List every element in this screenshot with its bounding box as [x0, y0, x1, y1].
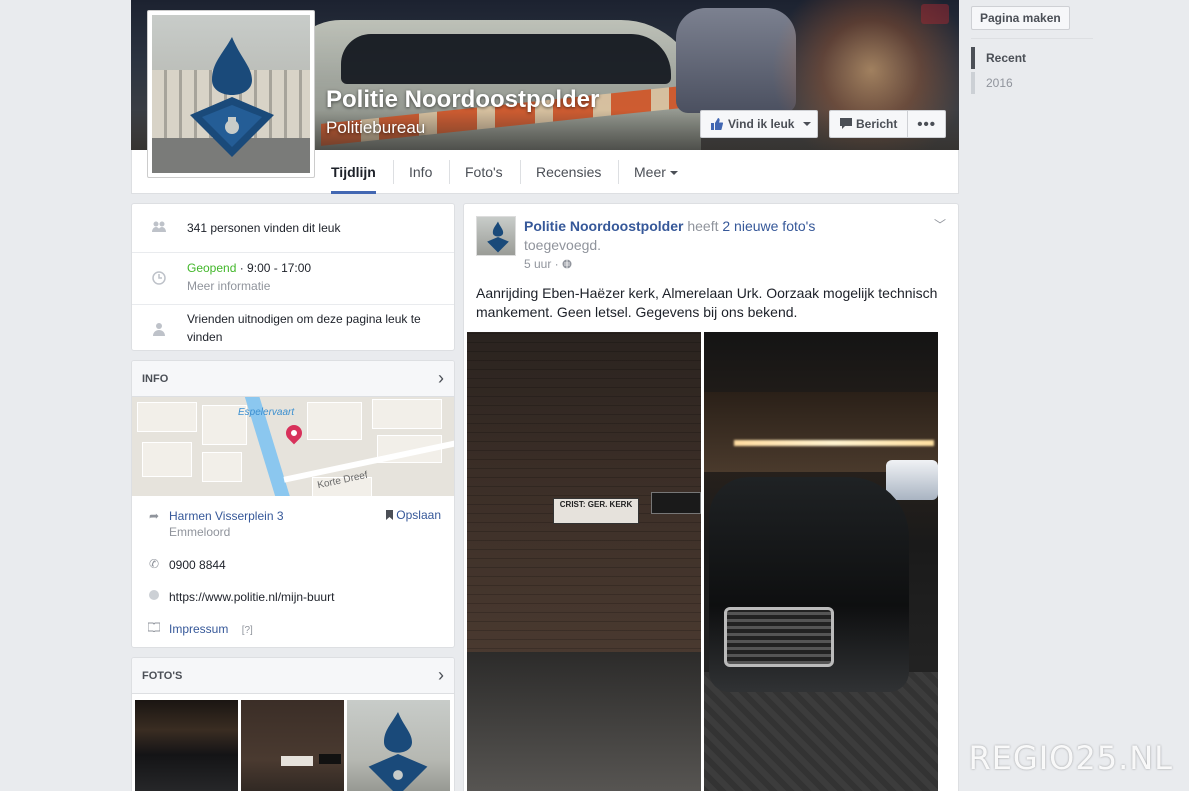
watermark: REGIO25.NL — [968, 739, 1173, 777]
photo-thumbnail[interactable] — [241, 700, 344, 791]
save-button[interactable]: Opslaan — [385, 508, 441, 522]
message-button-label: Bericht — [856, 117, 898, 131]
photo-street-lights — [734, 440, 934, 446]
phone-number[interactable]: 0900 8844 — [169, 557, 226, 573]
post-timestamp[interactable]: 5 uur · — [524, 257, 572, 271]
police-logo-icon — [368, 712, 428, 791]
like-button-label: Vind ik leuk — [728, 117, 795, 131]
chevron-down-icon — [803, 122, 812, 126]
hours-row[interactable]: Geopend · 9:00 - 17:00 Meer informatie — [132, 252, 454, 304]
right-divider — [971, 38, 1093, 39]
cover-corner-button[interactable] — [921, 4, 949, 24]
people-icon — [152, 221, 166, 235]
info-card: INFO › Espelervaart Korte Dreef ➦ Harmen… — [131, 360, 455, 648]
message-icon — [840, 118, 852, 129]
likes-row[interactable]: 341 personen vinden dit leuk — [132, 204, 454, 252]
post-author-avatar[interactable] — [476, 216, 516, 256]
post-header: Politie Noordoostpolder heeft 2 nieuwe f… — [524, 217, 854, 255]
save-button-label: Opslaan — [396, 508, 441, 522]
tab-more[interactable]: Meer — [634, 150, 678, 194]
police-logo-icon — [487, 221, 509, 253]
directions-icon: ➦ — [148, 509, 160, 523]
impressum-link[interactable]: Impressum — [169, 622, 228, 636]
new-photos-link[interactable]: 2 nieuwe foto's — [722, 218, 815, 234]
year-nav-recent[interactable]: Recent — [971, 47, 1026, 69]
tab-reviews[interactable]: Recensies — [536, 150, 601, 194]
phone-icon: ✆ — [148, 557, 160, 571]
create-page-button[interactable]: Pagina maken — [971, 6, 1070, 30]
post-photo-2[interactable] — [704, 332, 938, 791]
thumbs-up-icon — [711, 118, 723, 130]
location-map[interactable]: Espelervaart Korte Dreef — [132, 397, 454, 496]
address-city: Emmeloord — [169, 525, 231, 539]
chevron-right-icon: › — [438, 665, 444, 685]
bookmark-icon — [385, 510, 393, 520]
book-icon — [147, 621, 161, 635]
info-card-title: INFO — [142, 373, 169, 385]
invite-friends-row[interactable]: Vrienden uitnodigen om deze pagina leuk … — [132, 304, 454, 352]
about-card: 341 personen vinden dit leuk Geopend · 9… — [131, 203, 455, 351]
photos-card-header[interactable]: FOTO'S › — [132, 658, 454, 694]
photo-ground — [467, 652, 701, 791]
globe-icon — [147, 589, 161, 604]
photo-damaged-car — [709, 477, 909, 692]
church-sign: CRIST: GER. KERK — [553, 498, 639, 524]
address-row: ➦ Harmen Visserplein 3 Emmeloord Opslaan — [132, 508, 454, 540]
phone-row: ✆ 0900 8844 — [132, 557, 454, 573]
open-status: Geopend — [187, 261, 237, 275]
chevron-down-icon[interactable]: ﹀ — [934, 216, 946, 233]
globe-icon — [562, 259, 572, 269]
map-label-canal: Espelervaart — [238, 407, 295, 418]
tab-divider — [618, 160, 619, 184]
tab-timeline[interactable]: Tijdlijn — [331, 150, 376, 194]
post-text: Aanrijding Eben-Haëzer kerk, Almerelaan … — [476, 285, 938, 320]
post-action-suffix: toegevoegd. — [524, 237, 602, 253]
opening-hours: · 9:00 - 17:00 — [236, 261, 312, 275]
more-options-button[interactable]: ••• — [908, 116, 945, 133]
post-action-prefix: heeft — [683, 218, 723, 234]
tab-info[interactable]: Info — [409, 150, 432, 194]
likes-count: 341 personen vinden dit leuk — [187, 221, 341, 235]
tab-divider — [449, 160, 450, 184]
car-grille — [724, 607, 834, 667]
impressum-row: Impressum [?] — [132, 621, 454, 637]
tab-divider — [393, 160, 394, 184]
photo-police-car — [886, 460, 938, 500]
year-nav-2016[interactable]: 2016 — [971, 72, 1013, 94]
profile-picture[interactable] — [147, 10, 315, 178]
page-category[interactable]: Politiebureau — [326, 118, 425, 138]
message-button-group: Bericht ••• — [829, 110, 946, 138]
clock-icon — [152, 271, 166, 285]
chevron-right-icon: › — [438, 368, 444, 388]
website-row: https://www.politie.nl/mijn-buurt — [132, 589, 454, 605]
chevron-down-icon — [669, 171, 678, 176]
tab-photos[interactable]: Foto's — [465, 150, 503, 194]
police-logo-icon — [190, 37, 274, 157]
like-button[interactable]: Vind ik leuk — [700, 110, 818, 138]
impressum-help[interactable]: [?] — [242, 625, 253, 636]
address-street[interactable]: Harmen Visserplein 3 — [169, 509, 284, 523]
map-pin-icon[interactable] — [282, 421, 306, 445]
tab-more-label: Meer — [634, 164, 666, 180]
info-card-header[interactable]: INFO › — [132, 361, 454, 397]
photo-thumbnail[interactable] — [135, 700, 238, 791]
tab-divider — [520, 160, 521, 184]
post-time-text: 5 uur · — [524, 257, 563, 271]
photos-card-title: FOTO'S — [142, 670, 183, 682]
invite-friends-text: Vrienden uitnodigen om deze pagina leuk … — [187, 312, 421, 344]
post-author-link[interactable]: Politie Noordoostpolder — [524, 218, 683, 234]
website-link[interactable]: https://www.politie.nl/mijn-buurt — [169, 589, 334, 605]
church-sign-2 — [651, 492, 701, 514]
more-info-link[interactable]: Meer informatie — [187, 279, 270, 293]
timeline-post: Politie Noordoostpolder heeft 2 nieuwe f… — [463, 203, 959, 791]
photos-card: FOTO'S › — [131, 657, 455, 791]
photo-thumbnail[interactable] — [347, 700, 450, 791]
page-title[interactable]: Politie Noordoostpolder — [326, 86, 599, 114]
add-friend-icon — [152, 322, 166, 336]
message-button[interactable]: Bericht — [830, 111, 909, 137]
post-photo-1[interactable]: CRIST: GER. KERK — [467, 332, 701, 791]
